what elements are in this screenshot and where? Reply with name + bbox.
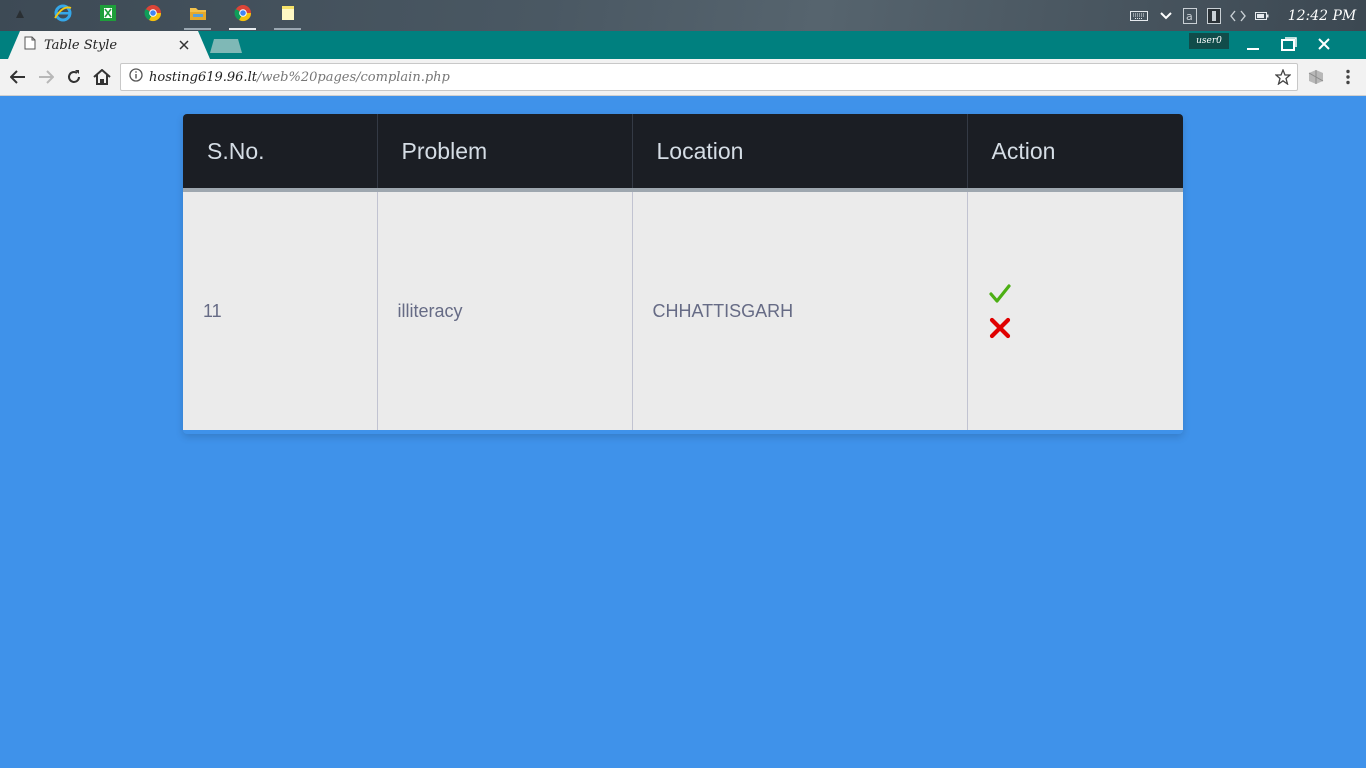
keyboard-icon[interactable] [1124,0,1154,31]
arrow-right-icon [39,70,54,84]
page-icon [24,36,36,55]
kebab-menu-icon [1346,69,1350,85]
table-header-row: S.No. Problem Location Action [183,114,1183,192]
a-box-icon[interactable]: a [1178,0,1202,31]
url-text[interactable]: hosting619.96.lt/web%20pages/complain.ph… [149,70,450,85]
extension-button[interactable] [1302,63,1330,91]
close-icon [1318,38,1330,50]
address-bar[interactable]: hosting619.96.lt/web%20pages/complain.ph… [120,63,1298,91]
bookmark-star-icon[interactable] [1274,68,1292,90]
taskbar-spreadsheet[interactable] [85,0,130,31]
column-header-action: Action [967,114,1183,192]
column-header-sno: S.No. [183,114,378,192]
taskbar-clock[interactable]: 12:42 PM [1278,8,1366,24]
home-icon [93,69,111,85]
complaints-table-card: S.No. Problem Location Action 11 illiter… [183,114,1183,434]
x-icon [989,317,1010,339]
reload-button[interactable] [60,63,88,91]
internet-explorer-icon [53,3,73,28]
tab-table-style[interactable]: Table Style [8,31,210,59]
table-body: 11 illiteracy CHHATTISGARH [183,190,1183,430]
system-tray: a 12:42 PM [1124,0,1366,31]
browser-toolbar: hosting619.96.lt/web%20pages/complain.ph… [0,59,1366,96]
profile-badge[interactable]: user0 [1189,33,1229,49]
tab-close-button[interactable] [176,37,192,53]
url-host: hosting619.96.lt [149,69,257,85]
tray-box-icon[interactable] [1202,0,1226,31]
url-path: /web%20pages/complain.php [256,69,450,85]
file-explorer-icon [189,5,207,26]
home-button[interactable] [88,63,116,91]
minimize-icon [1247,48,1259,50]
column-header-problem: Problem [377,114,633,192]
arrow-left-icon [10,70,25,84]
cell-sno: 11 [183,190,378,430]
cell-action [967,190,1183,430]
battery-icon[interactable] [1250,0,1274,31]
maximize-button[interactable] [1271,31,1307,57]
taskbar-chrome[interactable] [130,0,175,31]
app-menu-button[interactable] [0,0,40,31]
complaints-table: S.No. Problem Location Action 11 illiter… [183,114,1183,430]
chevron-down-icon[interactable] [1154,0,1178,31]
extension-icon [1308,70,1324,84]
browser-tabstrip: Table Style user0 [0,31,1366,59]
minimize-button[interactable] [1235,31,1271,57]
new-tab-button[interactable] [210,39,242,53]
cell-location: CHHATTISGARH [632,190,968,430]
code-icon[interactable] [1226,0,1250,31]
reject-button[interactable] [988,315,1012,341]
taskbar-chrome-active[interactable] [220,0,265,31]
back-button[interactable] [4,63,32,91]
app-menu-icon [14,7,26,25]
tab-title: Table Style [44,37,118,53]
reload-icon [68,70,80,83]
chrome-icon [234,4,252,27]
taskbar-sticky-notes[interactable] [265,0,310,31]
checkmark-icon [988,284,1011,303]
taskbar-file-explorer[interactable] [175,0,220,31]
table-row: 11 illiteracy CHHATTISGARH [183,190,1183,430]
taskbar-internet-explorer[interactable] [40,0,85,31]
info-icon[interactable] [129,67,143,87]
action-buttons [988,281,1184,341]
approve-button[interactable] [988,281,1012,307]
table-header: S.No. Problem Location Action [183,114,1183,192]
restore-icon [1281,37,1297,51]
menu-button[interactable] [1334,63,1362,91]
chrome-icon [144,4,162,27]
spreadsheet-icon [99,4,117,27]
forward-button[interactable] [32,63,60,91]
column-header-location: Location [632,114,968,192]
close-icon [179,40,189,50]
cell-problem: illiteracy [377,190,633,430]
close-window-button[interactable] [1306,31,1342,57]
taskbar-apps [0,0,310,31]
svg-text:a: a [1186,10,1193,23]
os-taskbar: a 12:42 PM [0,0,1366,31]
sticky-notes-icon [281,5,295,26]
